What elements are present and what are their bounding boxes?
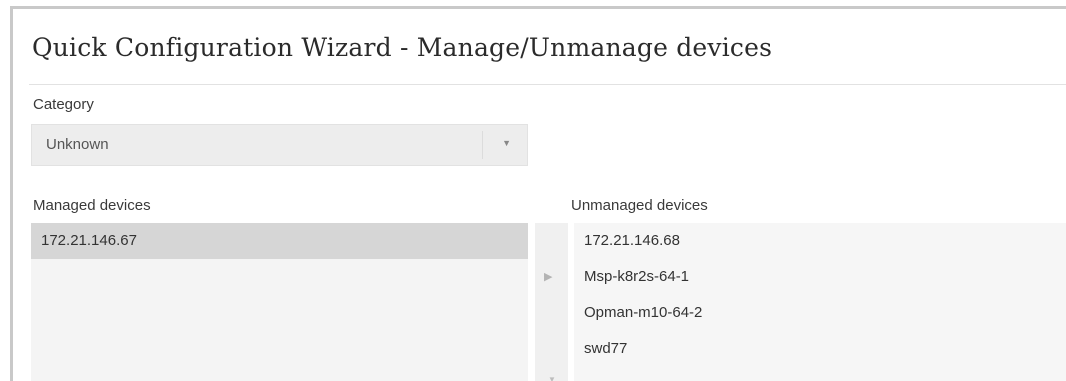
unmanaged-devices-list[interactable]: 172.21.146.68 Msp-k8r2s-64-1 Opman-m10-6… — [574, 223, 1066, 381]
list-item[interactable]: 172.21.146.67 — [31, 223, 528, 259]
wizard-panel: Quick Configuration Wizard - Manage/Unma… — [10, 6, 1066, 381]
list-item[interactable]: Opman-m10-64-2 — [574, 295, 1066, 331]
category-selected-value: Unknown — [46, 136, 109, 153]
unmanaged-devices-label: Unmanaged devices — [571, 197, 708, 214]
category-label: Category — [33, 96, 94, 113]
list-item[interactable]: Msp-k8r2s-64-1 — [574, 259, 1066, 295]
transfer-controls: ▶ ▼ — [535, 223, 568, 381]
scroll-down-icon[interactable]: ▼ — [548, 375, 556, 381]
page-title: Quick Configuration Wizard - Manage/Unma… — [32, 33, 773, 62]
triangle-right-icon[interactable]: ▶ — [544, 270, 552, 283]
managed-devices-list[interactable]: 172.21.146.67 — [31, 223, 528, 381]
managed-devices-label: Managed devices — [33, 197, 151, 214]
chevron-down-icon[interactable]: ▼ — [502, 138, 511, 148]
list-item[interactable]: swd77 — [574, 331, 1066, 367]
category-select[interactable]: Unknown ▼ — [31, 124, 528, 166]
list-item[interactable]: 172.21.146.68 — [574, 223, 1066, 259]
select-divider — [482, 131, 483, 159]
title-divider — [29, 84, 1066, 85]
